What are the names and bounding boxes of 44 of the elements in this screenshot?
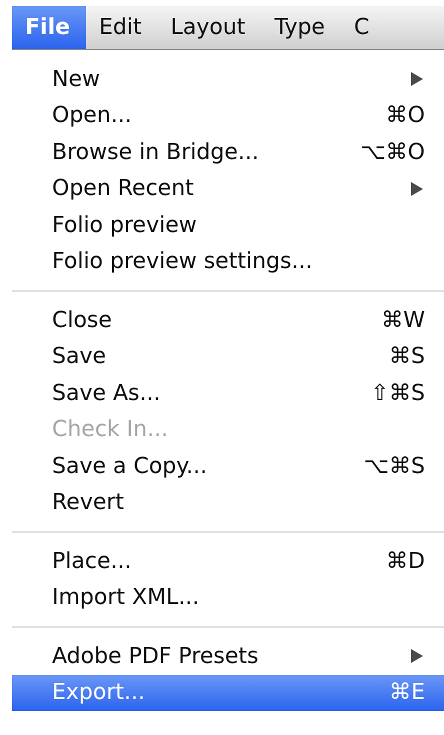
menu-item-label: New [52, 66, 101, 92]
menu-item-label: Check In... [52, 417, 170, 442]
menu-item-label: Import XML... [52, 585, 200, 610]
menu-item[interactable]: Save a Copy... ⌥⌘S [12, 448, 444, 484]
menu-item[interactable]: Folio preview settings... [12, 244, 444, 280]
shortcut-text: ⌘O [386, 103, 425, 128]
shortcut-text: ⌥⌘S [364, 454, 425, 479]
menu-item-label: Folio preview settings... [52, 249, 314, 274]
shortcut-text: ⌘E [389, 680, 425, 706]
menu-item[interactable]: Adobe PDF Presets [12, 638, 444, 674]
shortcut-text: ⌘D [386, 548, 425, 574]
menu-item[interactable]: Browse in Bridge... ⌥⌘O [12, 134, 444, 170]
menu-item-label: Close [52, 308, 113, 333]
menu-item[interactable]: Save As... ⇧⌘S [12, 375, 444, 412]
shortcut-text: ⌥⌘O [360, 140, 425, 165]
menu-bar-item[interactable]: File [12, 6, 86, 49]
menu-bar-item[interactable]: Type [261, 6, 341, 49]
menu-item[interactable]: New [12, 61, 444, 98]
menu-item[interactable]: Import XML... [12, 580, 444, 616]
shortcut-text: ⌘S [389, 344, 425, 370]
menu-item-label: Save [52, 344, 108, 370]
menu-item[interactable]: Revert [12, 484, 444, 521]
menu-item-label: Place... [52, 548, 132, 574]
menu-item-label: Revert [52, 490, 126, 516]
shortcut-text: ⇧⌘S [370, 380, 425, 406]
menu-item-label: Browse in Bridge... [52, 140, 260, 165]
menu-item[interactable]: Place... ⌘D [12, 543, 444, 580]
menu-bar-item[interactable]: C [340, 6, 386, 49]
menu-item[interactable]: Open Recent [12, 170, 444, 207]
menu-item-label: Adobe PDF Presets [52, 644, 260, 669]
menu-item-label: Save As... [52, 380, 162, 406]
menu-item[interactable]: Close ⌘W [12, 302, 444, 338]
menu-item[interactable]: Open... ⌘O [12, 98, 444, 134]
menu-bar-item[interactable]: Edit [86, 6, 158, 49]
menu-item-label: Export... [52, 680, 146, 706]
menu-bar-item[interactable]: Layout [158, 6, 262, 49]
menu-item[interactable]: Export... ⌘E [12, 674, 444, 711]
menu-item-label: Open... [52, 103, 133, 128]
menu-item[interactable]: Folio preview [12, 207, 444, 244]
shortcut-text: ⌘W [381, 308, 425, 333]
menu-item-label: Folio preview [52, 212, 198, 238]
menu-item[interactable]: Save ⌘S [12, 338, 444, 375]
menu-item-label: Save a Copy... [52, 454, 208, 479]
menu-item-label: Open Recent [52, 176, 195, 202]
